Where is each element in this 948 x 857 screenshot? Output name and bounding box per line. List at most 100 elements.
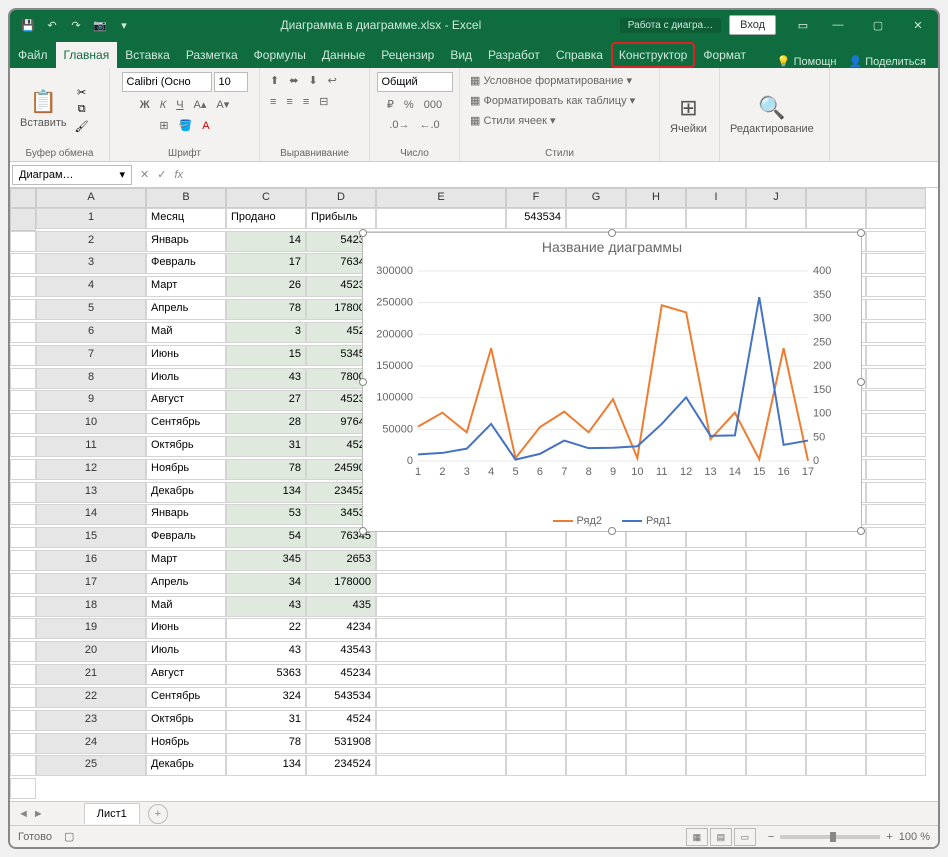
align-top-icon[interactable]: ⬆ [266, 72, 283, 89]
font-size-combo[interactable]: 10 [214, 72, 248, 92]
row-header[interactable]: 5 [36, 299, 146, 320]
add-sheet-button[interactable]: + [148, 804, 168, 824]
row-header[interactable]: 21 [36, 664, 146, 685]
row-header[interactable]: 1 [36, 208, 146, 229]
format-painter-icon[interactable]: 🖌 [75, 120, 89, 133]
percent-icon[interactable]: % [400, 97, 418, 113]
sheet-nav-next-icon[interactable]: ► [33, 808, 44, 820]
tab-home[interactable]: Главная [56, 42, 118, 68]
worksheet-area[interactable]: ABCDEFGHIJ1МесяцПроданоПрибыль5435342Янв… [10, 188, 938, 801]
tab-formulas[interactable]: Формулы [246, 42, 314, 68]
row-header[interactable]: 10 [36, 413, 146, 434]
enter-formula-icon[interactable]: ✓ [157, 168, 166, 181]
column-header[interactable]: D [306, 188, 376, 208]
tab-format[interactable]: Формат [695, 42, 754, 68]
font-color-button[interactable]: A [198, 118, 213, 134]
align-center-icon[interactable]: ≡ [282, 94, 296, 110]
editing-button[interactable]: 🔍Редактирование [726, 91, 818, 139]
number-format-combo[interactable]: Общий [377, 72, 453, 92]
tab-view[interactable]: Вид [442, 42, 480, 68]
close-button[interactable]: ✕ [898, 10, 938, 40]
row-header[interactable]: 24 [36, 733, 146, 754]
increase-decimal-icon[interactable]: .0→ [385, 117, 413, 133]
view-normal-icon[interactable]: ▦ [686, 828, 708, 846]
copy-icon[interactable]: ⧉ [75, 103, 89, 116]
fill-color-button[interactable]: 🪣 [175, 117, 197, 134]
row-header[interactable]: 2 [36, 231, 146, 252]
tab-developer[interactable]: Разработ [480, 42, 548, 68]
align-middle-icon[interactable]: ⬌ [285, 72, 302, 89]
chart-plot-area[interactable]: 0500001000001500002000002500003000000501… [363, 261, 863, 521]
minimize-button[interactable]: ― [818, 10, 858, 40]
sheet-nav-prev-icon[interactable]: ◄ [18, 808, 29, 820]
row-header[interactable]: 16 [36, 550, 146, 571]
cancel-formula-icon[interactable]: ✕ [140, 168, 149, 181]
redo-icon[interactable]: ↷ [66, 15, 86, 35]
sheet-tab[interactable]: Лист1 [84, 803, 140, 824]
wrap-text-icon[interactable]: ↩ [324, 72, 341, 89]
resize-handle[interactable] [359, 378, 367, 386]
align-left-icon[interactable]: ≡ [266, 94, 280, 110]
resize-handle[interactable] [608, 229, 616, 237]
row-header[interactable]: 18 [36, 596, 146, 617]
row-header[interactable]: 7 [36, 345, 146, 366]
tab-insert[interactable]: Вставка [117, 42, 178, 68]
view-page-break-icon[interactable]: ▭ [734, 828, 756, 846]
row-header[interactable]: 8 [36, 368, 146, 389]
row-header[interactable]: 9 [36, 390, 146, 411]
embedded-chart[interactable]: Название диаграммы 050000100000150000200… [362, 232, 862, 532]
row-header[interactable]: 3 [36, 253, 146, 274]
resize-handle[interactable] [857, 527, 865, 535]
column-header[interactable]: C [226, 188, 306, 208]
decrease-decimal-icon[interactable]: ←.0 [416, 117, 444, 133]
bold-button[interactable]: Ж [136, 97, 154, 113]
currency-icon[interactable]: ₽ [383, 96, 398, 113]
macro-record-icon[interactable]: ▢ [64, 830, 74, 843]
tell-me-button[interactable]: 💡 Помощн [777, 55, 837, 68]
row-header[interactable]: 14 [36, 504, 146, 525]
row-header[interactable]: 20 [36, 641, 146, 662]
comma-icon[interactable]: 000 [420, 97, 446, 113]
paste-button[interactable]: 📋 Вставить [16, 85, 71, 133]
align-right-icon[interactable]: ≡ [299, 94, 313, 110]
cell-styles-button[interactable]: ▦ Стили ячеек ▾ [466, 112, 560, 129]
login-button[interactable]: Вход [729, 15, 776, 35]
row-header[interactable]: 17 [36, 573, 146, 594]
column-header[interactable]: A [36, 188, 146, 208]
resize-handle[interactable] [608, 527, 616, 535]
chart-legend[interactable]: Ряд2 Ряд1 [363, 515, 861, 527]
decrease-font-icon[interactable]: A▾ [212, 96, 233, 113]
qat-dropdown-icon[interactable]: ▾ [114, 15, 134, 35]
column-header[interactable]: I [686, 188, 746, 208]
row-header[interactable]: 11 [36, 436, 146, 457]
row-header[interactable]: 12 [36, 459, 146, 480]
align-bottom-icon[interactable]: ⬇ [304, 72, 321, 89]
cut-icon[interactable]: ✂ [75, 86, 89, 99]
name-box[interactable]: Диаграм…▾ [12, 165, 132, 185]
column-header[interactable]: J [746, 188, 806, 208]
row-header[interactable]: 19 [36, 618, 146, 639]
tab-chart-design[interactable]: Конструктор [611, 42, 695, 68]
view-page-layout-icon[interactable]: ▤ [710, 828, 732, 846]
resize-handle[interactable] [857, 229, 865, 237]
conditional-format-button[interactable]: ▦ Условное форматирование ▾ [466, 72, 636, 89]
maximize-button[interactable]: ▢ [858, 10, 898, 40]
border-button[interactable]: ⊞ [155, 117, 172, 134]
increase-font-icon[interactable]: A▴ [190, 96, 211, 113]
chart-title[interactable]: Название диаграммы [363, 233, 861, 261]
column-header[interactable]: H [626, 188, 686, 208]
row-header[interactable]: 25 [36, 755, 146, 776]
format-as-table-button[interactable]: ▦ Форматировать как таблицу ▾ [466, 92, 639, 109]
column-header[interactable]: G [566, 188, 626, 208]
row-header[interactable]: 15 [36, 527, 146, 548]
fx-icon[interactable]: fx [174, 169, 183, 181]
resize-handle[interactable] [857, 378, 865, 386]
column-header[interactable]: E [376, 188, 506, 208]
resize-handle[interactable] [359, 229, 367, 237]
row-header[interactable]: 23 [36, 710, 146, 731]
column-header[interactable]: F [506, 188, 566, 208]
resize-handle[interactable] [359, 527, 367, 535]
share-button[interactable]: 👤 Поделиться [848, 55, 926, 68]
merge-icon[interactable]: ⊟ [315, 93, 332, 110]
column-header[interactable]: B [146, 188, 226, 208]
